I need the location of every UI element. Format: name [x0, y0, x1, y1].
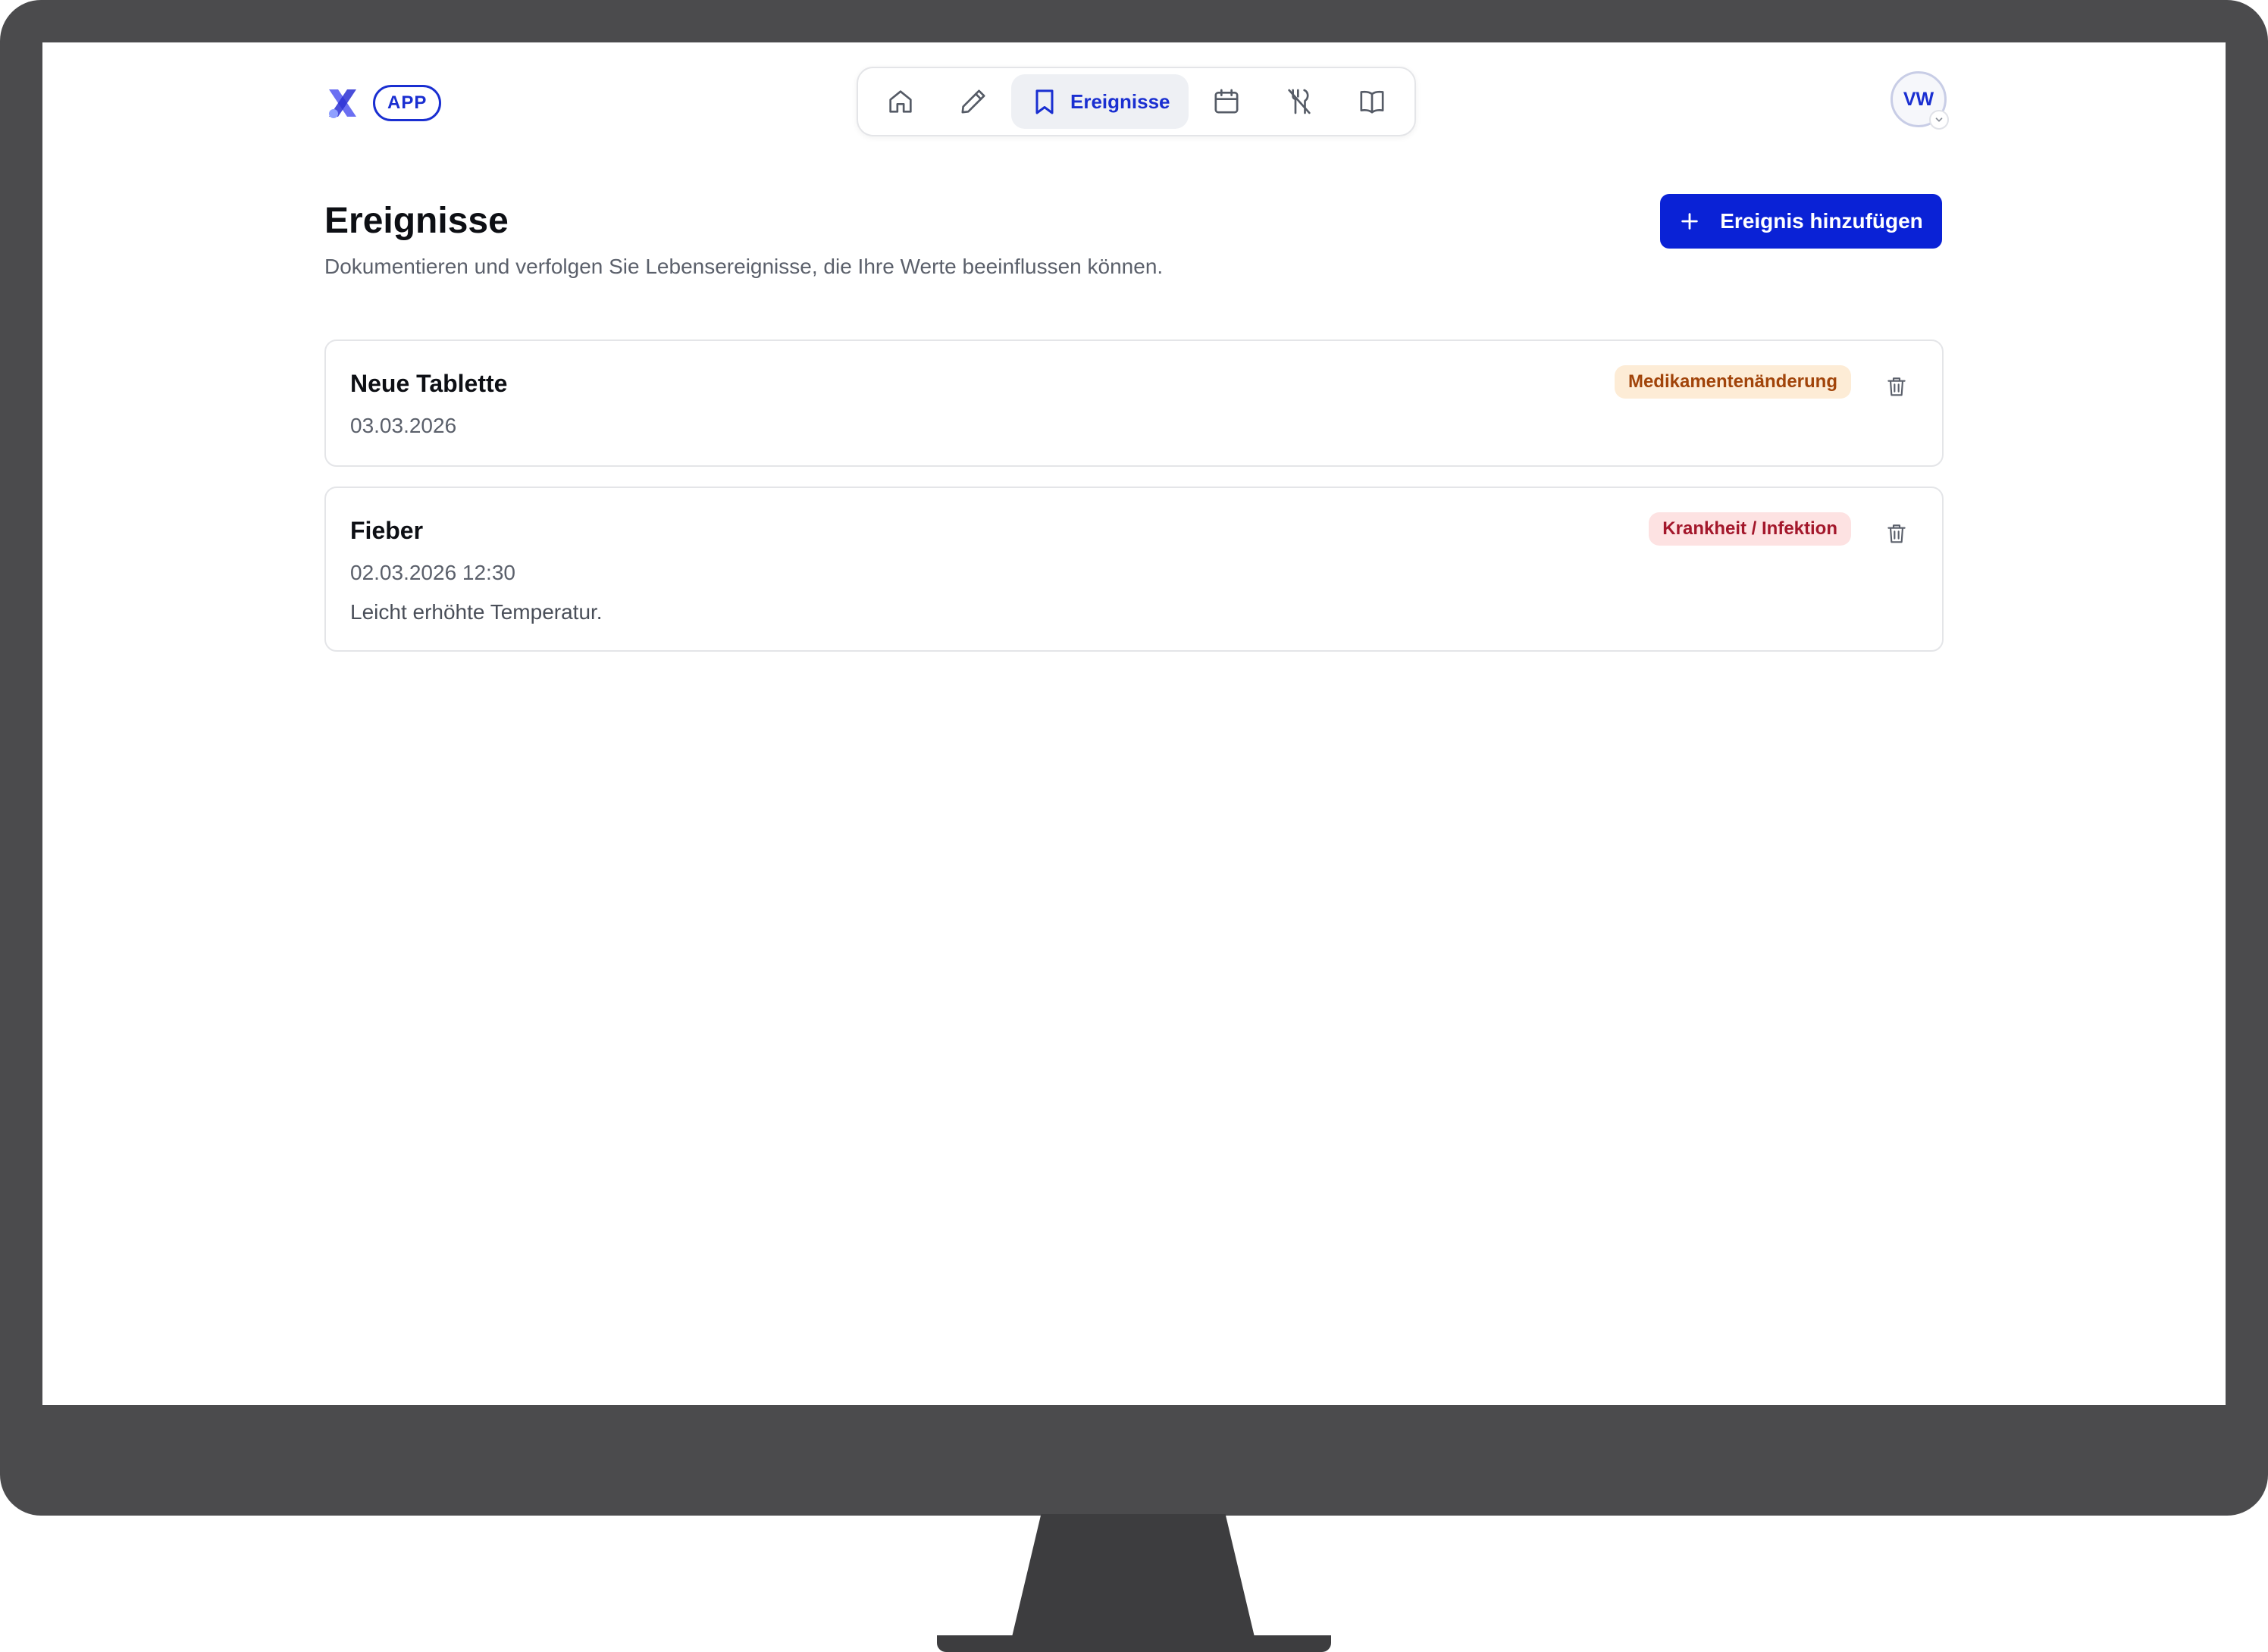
event-category-badge: Medikamentenänderung: [1614, 365, 1851, 399]
delete-event-button[interactable]: [1883, 373, 1910, 400]
chevron-down-icon: [1935, 117, 1943, 122]
add-event-button-label: Ereignis hinzufügen: [1720, 209, 1923, 233]
event-date: 02.03.2026 12:30: [350, 561, 515, 584]
monitor-stand-neck: [1012, 1514, 1255, 1637]
event-card[interactable]: Neue Tablette 03.03.2026 Medikamentenänd…: [324, 339, 1944, 467]
avatar-initials: VW: [1903, 88, 1934, 110]
event-category-badge: Krankheit / Infektion: [1649, 512, 1851, 546]
nav-events[interactable]: Ereignisse: [1011, 74, 1189, 129]
trash-icon: [1887, 377, 1906, 396]
app-screen: APP Ereignisse VW Ereignisse Dokumentier…: [42, 42, 2226, 1405]
utensils-off-icon: [1287, 89, 1311, 114]
nav-home[interactable]: [866, 74, 935, 129]
app-badge: APP: [373, 85, 442, 121]
monitor-stand-base: [937, 1635, 1331, 1652]
event-date: 03.03.2026: [350, 414, 457, 437]
page-title: Ereignisse: [324, 201, 509, 241]
event-title: Fieber: [350, 517, 424, 544]
home-icon: [889, 90, 912, 113]
nav-events-label: Ereignisse: [1070, 89, 1170, 113]
logo-x-icon: [329, 89, 356, 118]
app-logo[interactable]: APP: [324, 85, 442, 121]
nav-entries[interactable]: [938, 74, 1008, 129]
monitor-frame: APP Ereignisse VW Ereignisse Dokumentier…: [0, 0, 2268, 1516]
add-event-button[interactable]: Ereignis hinzufügen: [1660, 194, 1942, 249]
event-title: Neue Tablette: [350, 370, 508, 397]
nav-nutrition[interactable]: [1264, 74, 1334, 129]
nav-calendar[interactable]: [1192, 74, 1261, 129]
main-navigation: Ereignisse: [857, 67, 1416, 136]
user-avatar[interactable]: VW: [1891, 71, 1949, 130]
bookmark-icon: [1035, 89, 1054, 114]
pencil-icon: [961, 89, 985, 114]
plus-icon: [1681, 213, 1698, 230]
book-open-icon: [1360, 90, 1384, 114]
event-card[interactable]: Fieber 02.03.2026 12:30 Leicht erhöhte T…: [324, 487, 1944, 652]
avatar-menu-toggle[interactable]: [1929, 110, 1949, 130]
delete-event-button[interactable]: [1883, 520, 1910, 547]
event-note: Leicht erhöhte Temperatur.: [350, 600, 603, 624]
calendar-icon: [1214, 89, 1239, 114]
page-subtitle: Dokumentieren und verfolgen Sie Lebenser…: [324, 255, 1164, 278]
trash-icon: [1887, 524, 1906, 543]
nav-knowledge[interactable]: [1337, 74, 1407, 129]
